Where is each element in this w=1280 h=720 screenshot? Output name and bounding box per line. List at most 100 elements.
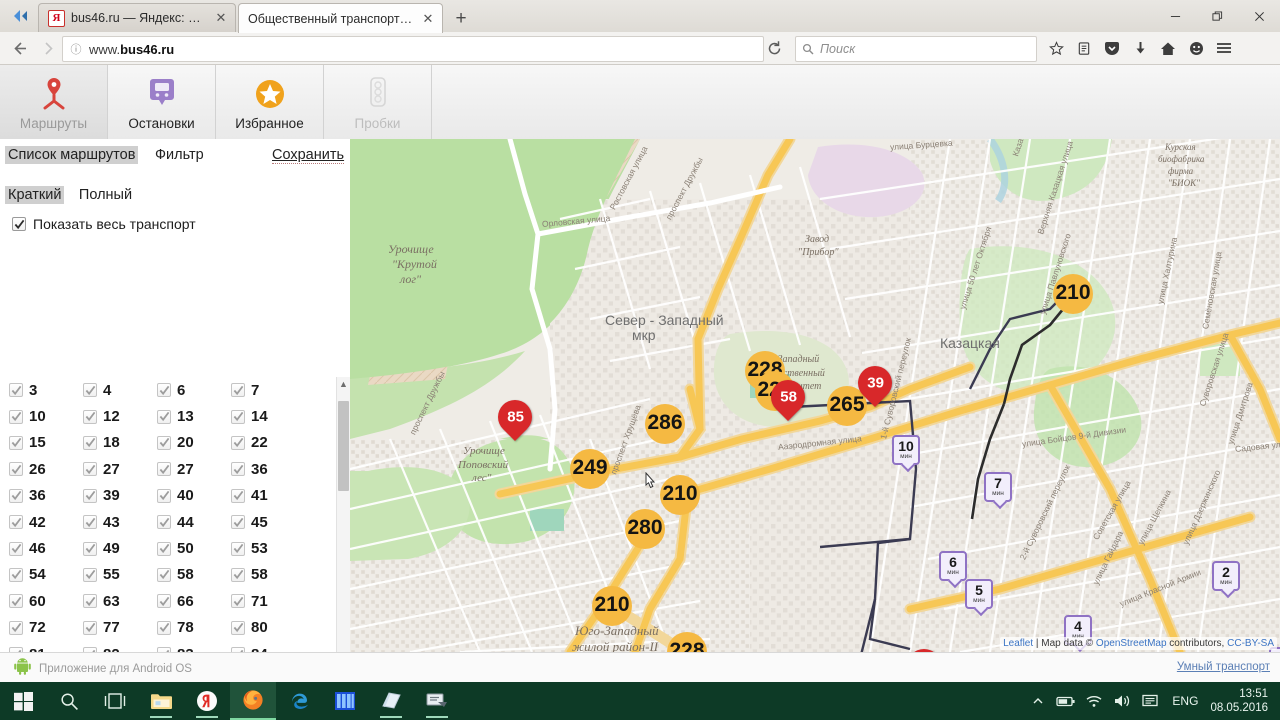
scrollbar-thumb[interactable]: [338, 401, 349, 491]
route-checkbox-item[interactable]: 41: [231, 487, 305, 504]
start-button[interactable]: [0, 682, 46, 720]
chevron-up-icon[interactable]: [1024, 682, 1052, 720]
route-checkbox[interactable]: [231, 409, 245, 424]
route-checkbox-item[interactable]: 27: [83, 461, 157, 478]
route-checkbox[interactable]: [157, 435, 171, 450]
address-bar[interactable]: ⓘ www.bus46.ru: [62, 36, 764, 62]
wifi-icon[interactable]: [1080, 682, 1108, 720]
route-checkbox[interactable]: [83, 515, 97, 530]
route-checkbox-item[interactable]: 15: [9, 434, 83, 451]
close-icon[interactable]: ✕: [213, 10, 229, 26]
route-checkbox[interactable]: [231, 567, 245, 582]
osm-link[interactable]: OpenStreetMap: [1096, 638, 1167, 649]
close-button[interactable]: [1238, 0, 1280, 32]
battery-icon[interactable]: [1052, 682, 1080, 720]
edge-icon[interactable]: [276, 682, 322, 720]
reader-icon[interactable]: [1070, 36, 1098, 60]
route-checkbox-item[interactable]: 49: [83, 540, 157, 557]
route-checkbox-item[interactable]: 63: [83, 593, 157, 610]
route-checkbox-item[interactable]: 54: [9, 566, 83, 583]
route-checkbox-item[interactable]: 6: [157, 382, 231, 399]
sidebar-tab-filter[interactable]: Фильтр: [155, 147, 204, 163]
scroll-up-icon[interactable]: ▲: [337, 377, 350, 390]
route-checkbox[interactable]: [9, 594, 23, 609]
route-checkbox[interactable]: [83, 620, 97, 635]
route-checkbox[interactable]: [157, 620, 171, 635]
tab-scroll-left-icon[interactable]: [8, 6, 34, 26]
route-checkbox[interactable]: [157, 462, 171, 477]
back-icon[interactable]: [12, 40, 29, 57]
route-checkbox-item[interactable]: 46: [9, 540, 83, 557]
sync-account-icon[interactable]: [1182, 36, 1210, 60]
route-checkbox-item[interactable]: 78: [157, 619, 231, 636]
route-checkbox[interactable]: [157, 541, 171, 556]
route-checkbox-item[interactable]: 13: [157, 408, 231, 425]
route-checkbox[interactable]: [9, 462, 23, 477]
route-checkbox-item[interactable]: 12: [83, 408, 157, 425]
route-checkbox-item[interactable]: 58: [231, 566, 305, 583]
downloads-icon[interactable]: [1126, 36, 1154, 60]
new-tab-button[interactable]: +: [450, 7, 472, 29]
route-checkbox[interactable]: [83, 462, 97, 477]
notes-app-icon[interactable]: [368, 682, 414, 720]
route-checkbox-item[interactable]: 44: [157, 514, 231, 531]
media-app-icon[interactable]: [322, 682, 368, 720]
route-checkbox[interactable]: [231, 620, 245, 635]
route-checkbox-item[interactable]: 7: [231, 382, 305, 399]
route-checkbox[interactable]: [157, 594, 171, 609]
route-checkbox[interactable]: [157, 409, 171, 424]
search-taskbar-icon[interactable]: [46, 682, 92, 720]
route-checkbox[interactable]: [83, 594, 97, 609]
leaflet-link[interactable]: Leaflet: [1003, 638, 1033, 649]
yandex-browser-icon[interactable]: [184, 682, 230, 720]
site-tab-routes[interactable]: Маршруты: [0, 65, 108, 139]
license-link[interactable]: CC-BY-SA: [1227, 638, 1274, 649]
firefox-icon[interactable]: [230, 682, 276, 720]
menu-icon[interactable]: [1210, 36, 1238, 60]
route-checkbox[interactable]: [231, 383, 245, 398]
show-all-transport-row[interactable]: Показать весь транспорт: [12, 216, 196, 232]
site-tab-stops[interactable]: Остановки: [108, 65, 216, 139]
sidebar-tab-route-list[interactable]: Список маршрутов: [5, 146, 139, 164]
route-checkbox[interactable]: [231, 462, 245, 477]
home-icon[interactable]: [1154, 36, 1182, 60]
route-checkbox-item[interactable]: 3: [9, 382, 83, 399]
route-checkbox[interactable]: [157, 488, 171, 503]
route-checkbox[interactable]: [231, 515, 245, 530]
pocket-icon[interactable]: [1098, 36, 1126, 60]
action-center-icon[interactable]: [1136, 682, 1164, 720]
route-checkbox-item[interactable]: 43: [83, 514, 157, 531]
task-view-icon[interactable]: [92, 682, 138, 720]
route-checkbox[interactable]: [9, 488, 23, 503]
mode-full[interactable]: Полный: [79, 187, 132, 203]
route-checkbox[interactable]: [9, 383, 23, 398]
route-checkbox[interactable]: [157, 515, 171, 530]
route-checkbox[interactable]: [9, 620, 23, 635]
volume-icon[interactable]: [1108, 682, 1136, 720]
route-checkbox[interactable]: [9, 409, 23, 424]
route-checkbox-item[interactable]: 71: [231, 593, 305, 610]
reload-icon[interactable]: [766, 40, 783, 57]
route-checkbox-item[interactable]: 66: [157, 593, 231, 610]
map-viewport[interactable]: Урочище "Крутой лог" Урочище Поповский лес" Юг…: [350, 139, 1280, 652]
presentation-app-icon[interactable]: [414, 682, 460, 720]
route-checkbox-item[interactable]: 60: [9, 593, 83, 610]
close-icon[interactable]: ✕: [420, 11, 436, 27]
route-checkbox-item[interactable]: 72: [9, 619, 83, 636]
route-checkbox-item[interactable]: 14: [231, 408, 305, 425]
route-checkbox[interactable]: [231, 435, 245, 450]
route-checkbox[interactable]: [83, 435, 97, 450]
route-checkbox[interactable]: [9, 567, 23, 582]
android-app-link[interactable]: Приложение для Android OS: [14, 657, 192, 680]
route-checkbox[interactable]: [231, 488, 245, 503]
taskbar-clock[interactable]: 13:51 08.05.2016: [1206, 687, 1276, 716]
minimize-button[interactable]: [1154, 0, 1196, 32]
route-checkbox-item[interactable]: 42: [9, 514, 83, 531]
bookmark-star-icon[interactable]: [1042, 36, 1070, 60]
route-checkbox-item[interactable]: 50: [157, 540, 231, 557]
language-indicator[interactable]: ENG: [1164, 694, 1206, 708]
route-checkbox-item[interactable]: 26: [9, 461, 83, 478]
route-checkbox-item[interactable]: 40: [157, 487, 231, 504]
browser-tab-1[interactable]: Я bus46.ru — Яндекс: нашл... ✕: [38, 3, 236, 32]
route-checkbox-item[interactable]: 58: [157, 566, 231, 583]
